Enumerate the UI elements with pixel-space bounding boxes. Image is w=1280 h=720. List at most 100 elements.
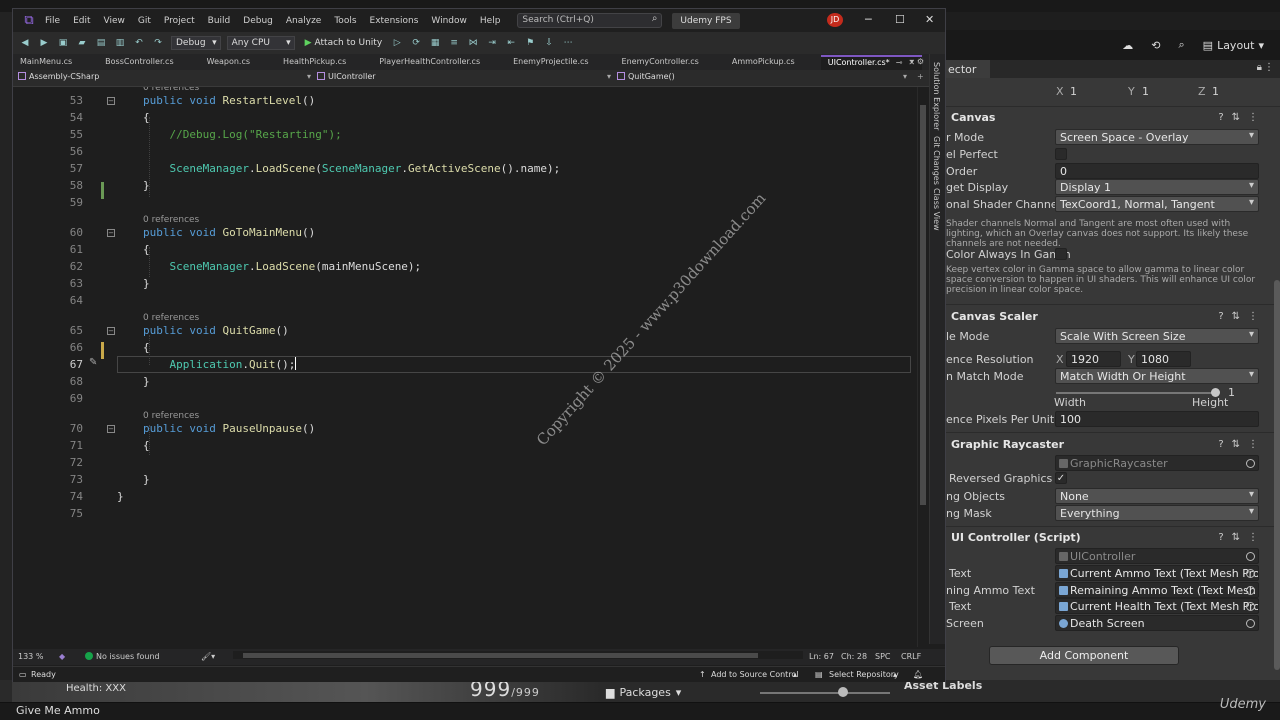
death-screen-field[interactable]: Death Screen [1055,615,1259,631]
tab-enemyprojectile[interactable]: EnemyProjectile.cs [506,55,595,70]
component-tools-icon[interactable]: ?⇅⋮ [1218,439,1266,450]
code-line[interactable]: 64 [13,293,917,309]
remaining-ammo-field[interactable]: Remaining Ammo Text (Text Mesh Pro [1055,582,1259,598]
target-display-dropdown[interactable]: Display 1 [1055,179,1259,195]
open-file-icon[interactable]: ▰ [75,38,89,48]
maximize-icon[interactable]: ☐ [895,13,905,26]
start-without-debugging-icon[interactable]: ▷ [390,38,404,48]
render-mode-dropdown[interactable]: Screen Space - Overlay [1055,129,1259,145]
unity-console-message[interactable]: Give Me Ammo [16,704,100,717]
reference-x-field[interactable]: 1920 [1066,351,1121,367]
nav-class-dropdown[interactable]: UIController [317,72,376,81]
pixel-perfect-checkbox[interactable] [1055,148,1067,160]
code-cleanup-icon[interactable]: 🖌︎▾ [201,652,215,661]
collapse-region-icon[interactable]: − [107,425,115,433]
solution-explorer-tab[interactable]: Solution Explorer [932,62,941,130]
inspector-tab[interactable]: ector [946,60,990,78]
codelens-references[interactable]: 0 references [13,408,917,421]
packages-tab[interactable]: ▆ Packages ▾ [606,683,681,701]
ui-controller-header[interactable]: UI Controller (Script) [951,531,1081,544]
hot-reload-icon[interactable]: ⟳ [409,38,423,48]
scale-z-value[interactable]: 1 [1212,85,1219,98]
menu-git[interactable]: Git [138,16,151,26]
scale-y-value[interactable]: 1 [1142,85,1149,98]
nav-project-dropdown[interactable]: Assembly-CSharp [18,72,99,81]
code-line[interactable]: 75 [13,506,917,522]
line-ending[interactable]: CRLF [901,652,921,661]
code-line[interactable]: 74} [13,489,917,505]
gamma-checkbox[interactable] [1055,248,1067,260]
sort-order-field[interactable]: 0 [1055,163,1259,179]
code-line[interactable]: 69 [13,391,917,407]
component-tools-icon[interactable]: ?⇅⋮ [1218,311,1266,322]
menu-build[interactable]: Build [208,16,231,26]
menu-debug[interactable]: Debug [243,16,273,26]
component-tools-icon[interactable]: ?⇅⋮ [1218,112,1266,123]
asset-size-slider-handle[interactable] [838,687,848,697]
collapse-region-icon[interactable]: − [107,97,115,105]
blocking-mask-dropdown[interactable]: Everything [1055,505,1259,521]
component-tools-icon[interactable]: ?⇅⋮ [1218,532,1266,543]
chevron-down-icon[interactable]: ▾ [607,72,611,81]
object-picker-icon[interactable] [1246,569,1255,578]
configuration-dropdown[interactable]: Debug [171,36,221,50]
tab-playerhealthcontroller[interactable]: PlayerHealthController.cs [372,55,487,70]
navigate-forward-icon[interactable]: ▶ [37,38,51,48]
close-icon[interactable]: ✕ [925,13,934,26]
codelens-references[interactable]: 0 references [13,310,917,323]
menu-file[interactable]: File [45,16,60,26]
user-avatar[interactable]: JD [827,13,843,27]
match-slider-track[interactable] [1056,392,1216,394]
select-repository[interactable]: Select Repository [829,670,899,679]
codelens-references[interactable]: 0 references [13,212,917,225]
pin-icon[interactable]: ⊸ [896,58,903,67]
issues-indicator[interactable]: No issues found [85,652,160,661]
code-editor[interactable]: 0 references 53− public void RestartLevel(… [13,87,917,647]
lock-icon[interactable]: 🔒︎ [1257,62,1262,73]
menu-window[interactable]: Window [431,16,467,26]
menu-edit[interactable]: Edit [73,16,90,26]
editor-vertical-scrollbar[interactable] [917,87,929,647]
save-all-icon[interactable]: ▥ [113,38,127,48]
scale-x-value[interactable]: 1 [1070,85,1077,98]
graphic-raycaster-header[interactable]: Graphic Raycaster [951,438,1064,451]
comment-icon[interactable]: ≡ [447,38,461,48]
canvas-header[interactable]: Canvas [951,111,995,124]
tab-overflow-icon[interactable]: ▾⚙ [910,57,927,66]
collapse-region-icon[interactable]: − [107,327,115,335]
nav-member-dropdown[interactable]: QuitGame() [617,72,675,81]
git-changes-tab[interactable]: Git Changes [932,136,941,185]
save-icon[interactable]: ▤ [94,38,108,48]
cloud-icon[interactable]: ☁ [1122,39,1133,52]
menu-tools[interactable]: Tools [334,16,356,26]
blocking-objects-dropdown[interactable]: None [1055,488,1259,504]
outdent-icon[interactable]: ⇤ [504,38,518,48]
format-icon[interactable]: ⋈ [466,38,480,48]
canvas-scaler-header[interactable]: Canvas Scaler [951,310,1038,323]
kebab-menu-icon[interactable]: ⋮ [1264,62,1274,73]
platform-dropdown[interactable]: Any CPU [226,36,295,50]
indent-icon[interactable]: ⇥ [485,38,499,48]
code-line[interactable]: 63} [13,276,917,292]
inspector-scrollbar[interactable] [1274,280,1280,670]
column-number[interactable]: Ch: 28 [841,652,867,661]
navigate-back-icon[interactable]: ◀ [18,38,32,48]
chevron-down-icon[interactable]: ▾ [307,72,311,81]
chevron-up-icon[interactable]: ▴ [793,670,797,679]
menu-help[interactable]: Help [480,16,501,26]
line-number[interactable]: Ln: 67 [809,652,834,661]
code-line[interactable]: 72 [13,455,917,471]
editor-horizontal-thumb[interactable] [243,653,758,658]
add-component-button[interactable]: Add Component [989,646,1179,665]
chevron-down-icon[interactable]: ▾ [903,72,907,81]
tab-mainmenu[interactable]: MainMenu.cs [13,55,79,70]
object-picker-icon[interactable] [1246,602,1255,611]
notifications-icon[interactable]: 🔔︎ [913,670,923,679]
redo-icon[interactable]: ↷ [151,38,165,48]
ignore-reversed-checkbox[interactable]: ✓ [1055,472,1067,484]
object-picker-icon[interactable] [1246,586,1255,595]
intellicode-icon[interactable]: ◆ [59,652,65,661]
git-pull-icon[interactable]: ⇩ [542,38,556,48]
code-line[interactable]: 68} [13,374,917,390]
history-icon[interactable]: ⟲ [1151,39,1160,52]
